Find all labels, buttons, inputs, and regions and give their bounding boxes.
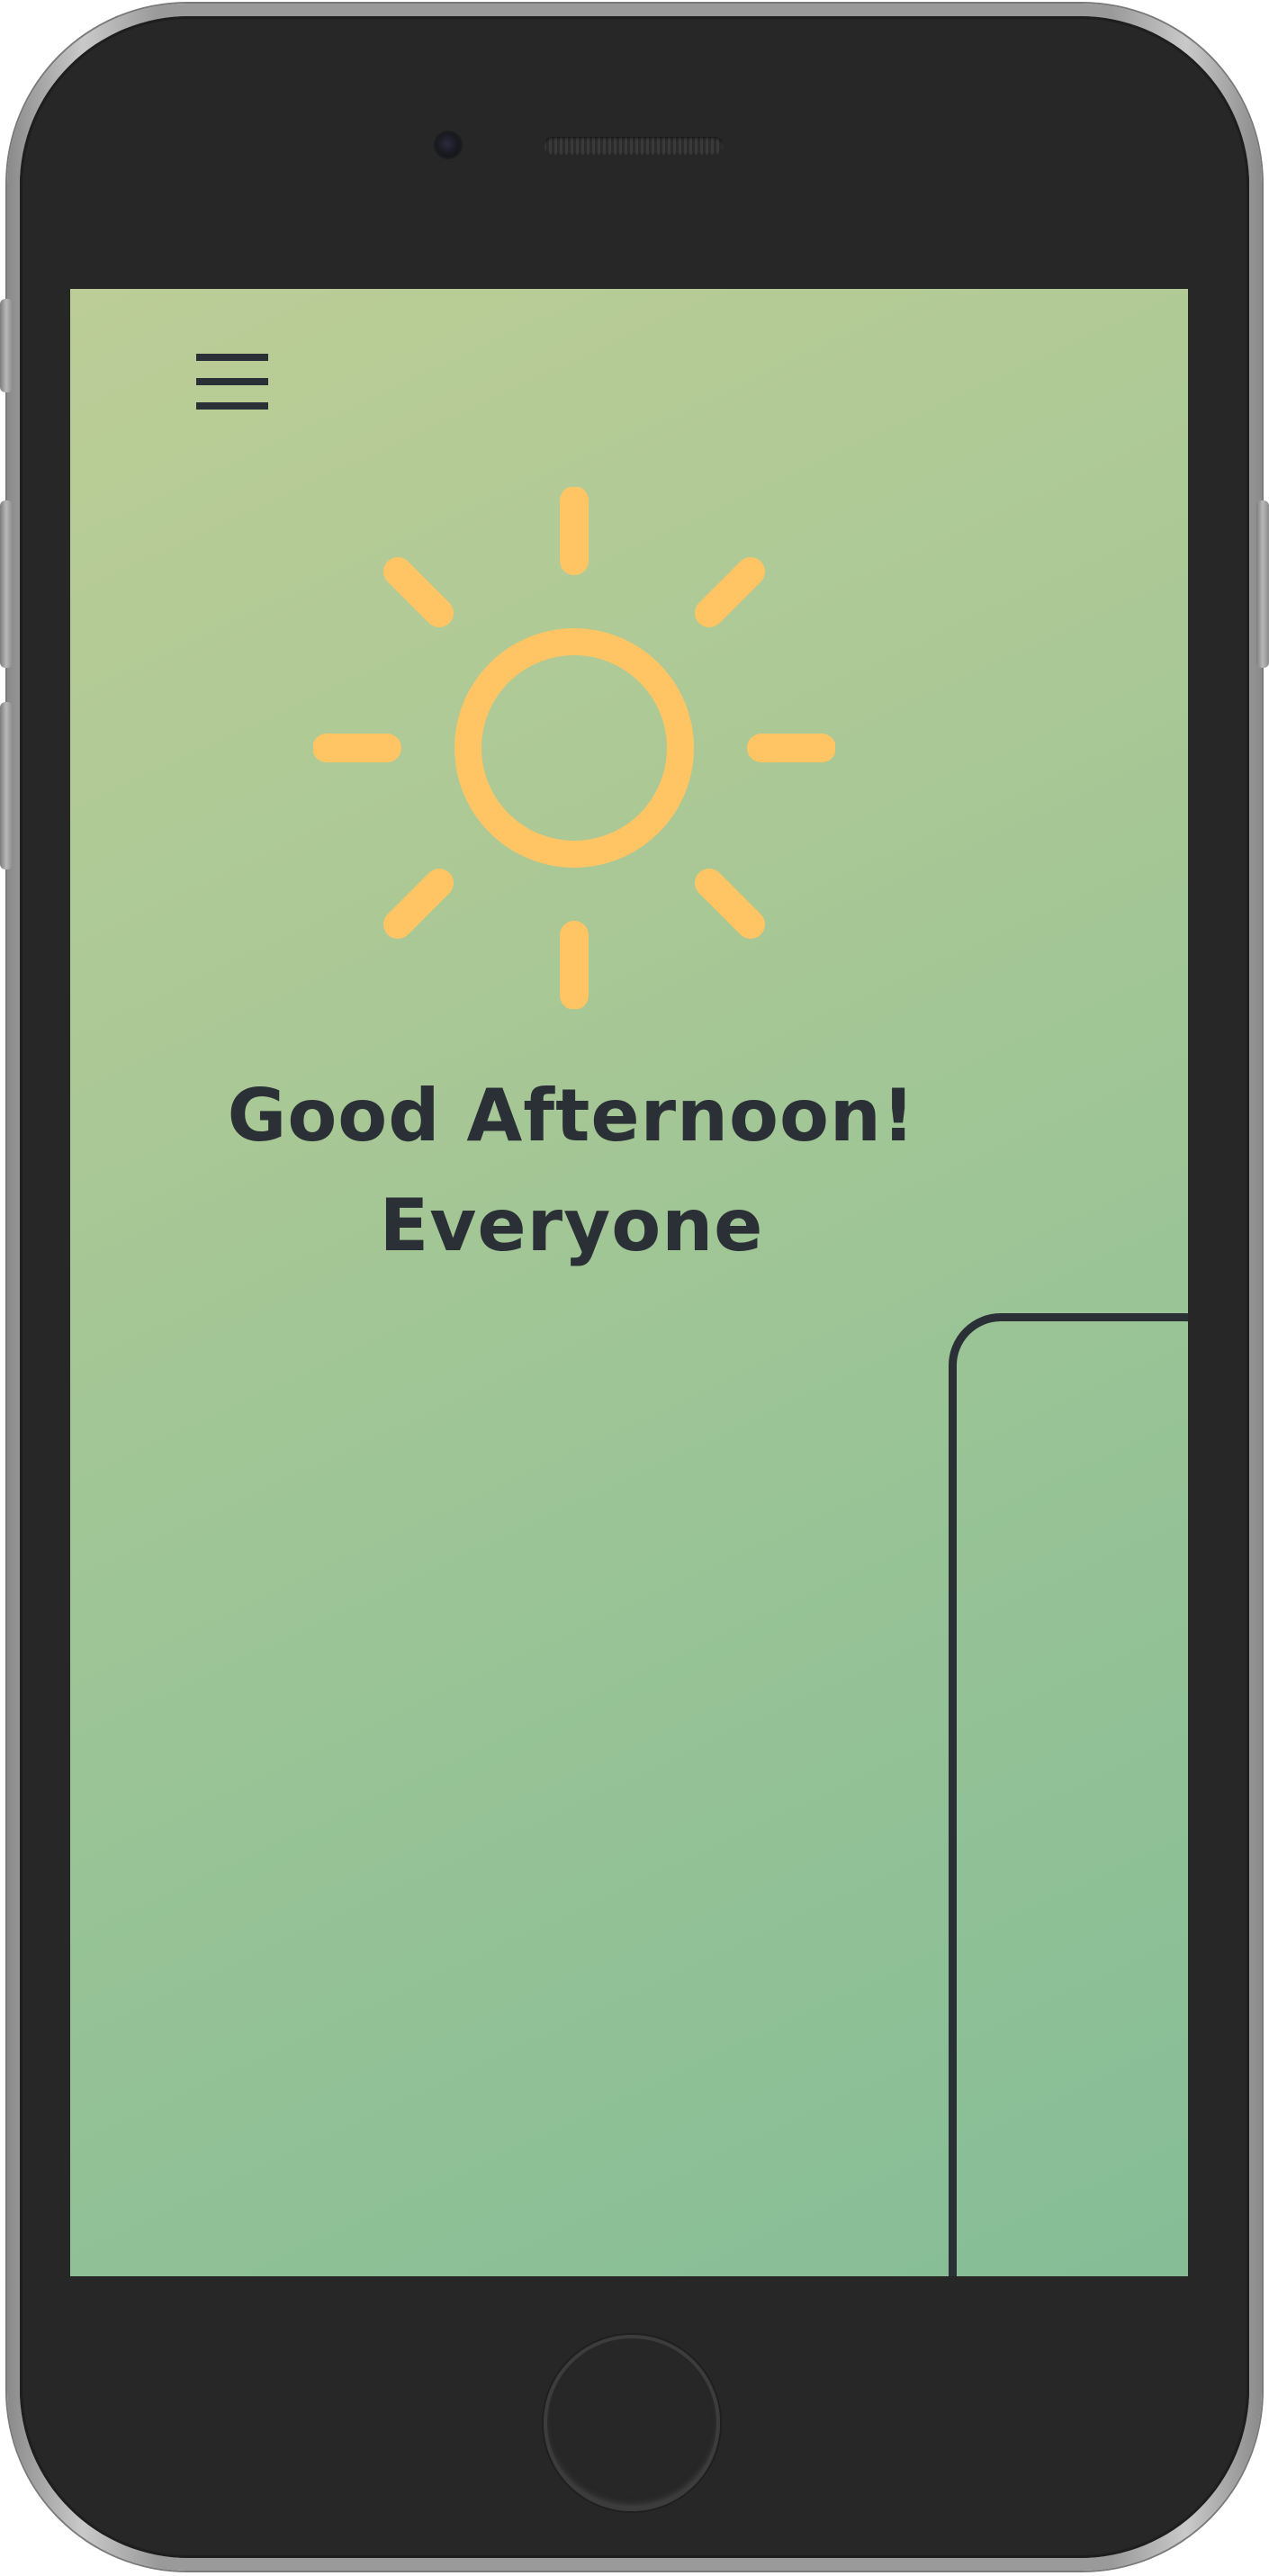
menu-bar-bottom bbox=[196, 402, 268, 410]
greeting-heading: Good Afternoon! Everyone bbox=[70, 1061, 1073, 1281]
power-button bbox=[1256, 500, 1269, 668]
home-button[interactable] bbox=[544, 2335, 720, 2511]
earpiece-speaker bbox=[544, 137, 724, 155]
front-camera bbox=[436, 132, 461, 158]
hamburger-menu-icon[interactable] bbox=[196, 354, 268, 410]
app-screen: Good Afternoon! Everyone bbox=[70, 289, 1188, 2276]
volume-up-button bbox=[0, 500, 13, 668]
side-panel-card[interactable] bbox=[949, 1313, 1188, 2276]
sun-icon bbox=[313, 487, 835, 1009]
menu-bar-top bbox=[196, 354, 268, 361]
greeting-line-1: Good Afternoon! bbox=[227, 1074, 916, 1157]
volume-down-button bbox=[0, 702, 13, 869]
greeting-line-2: Everyone bbox=[379, 1184, 764, 1267]
menu-bar-middle bbox=[196, 378, 268, 385]
mute-switch bbox=[0, 299, 13, 392]
